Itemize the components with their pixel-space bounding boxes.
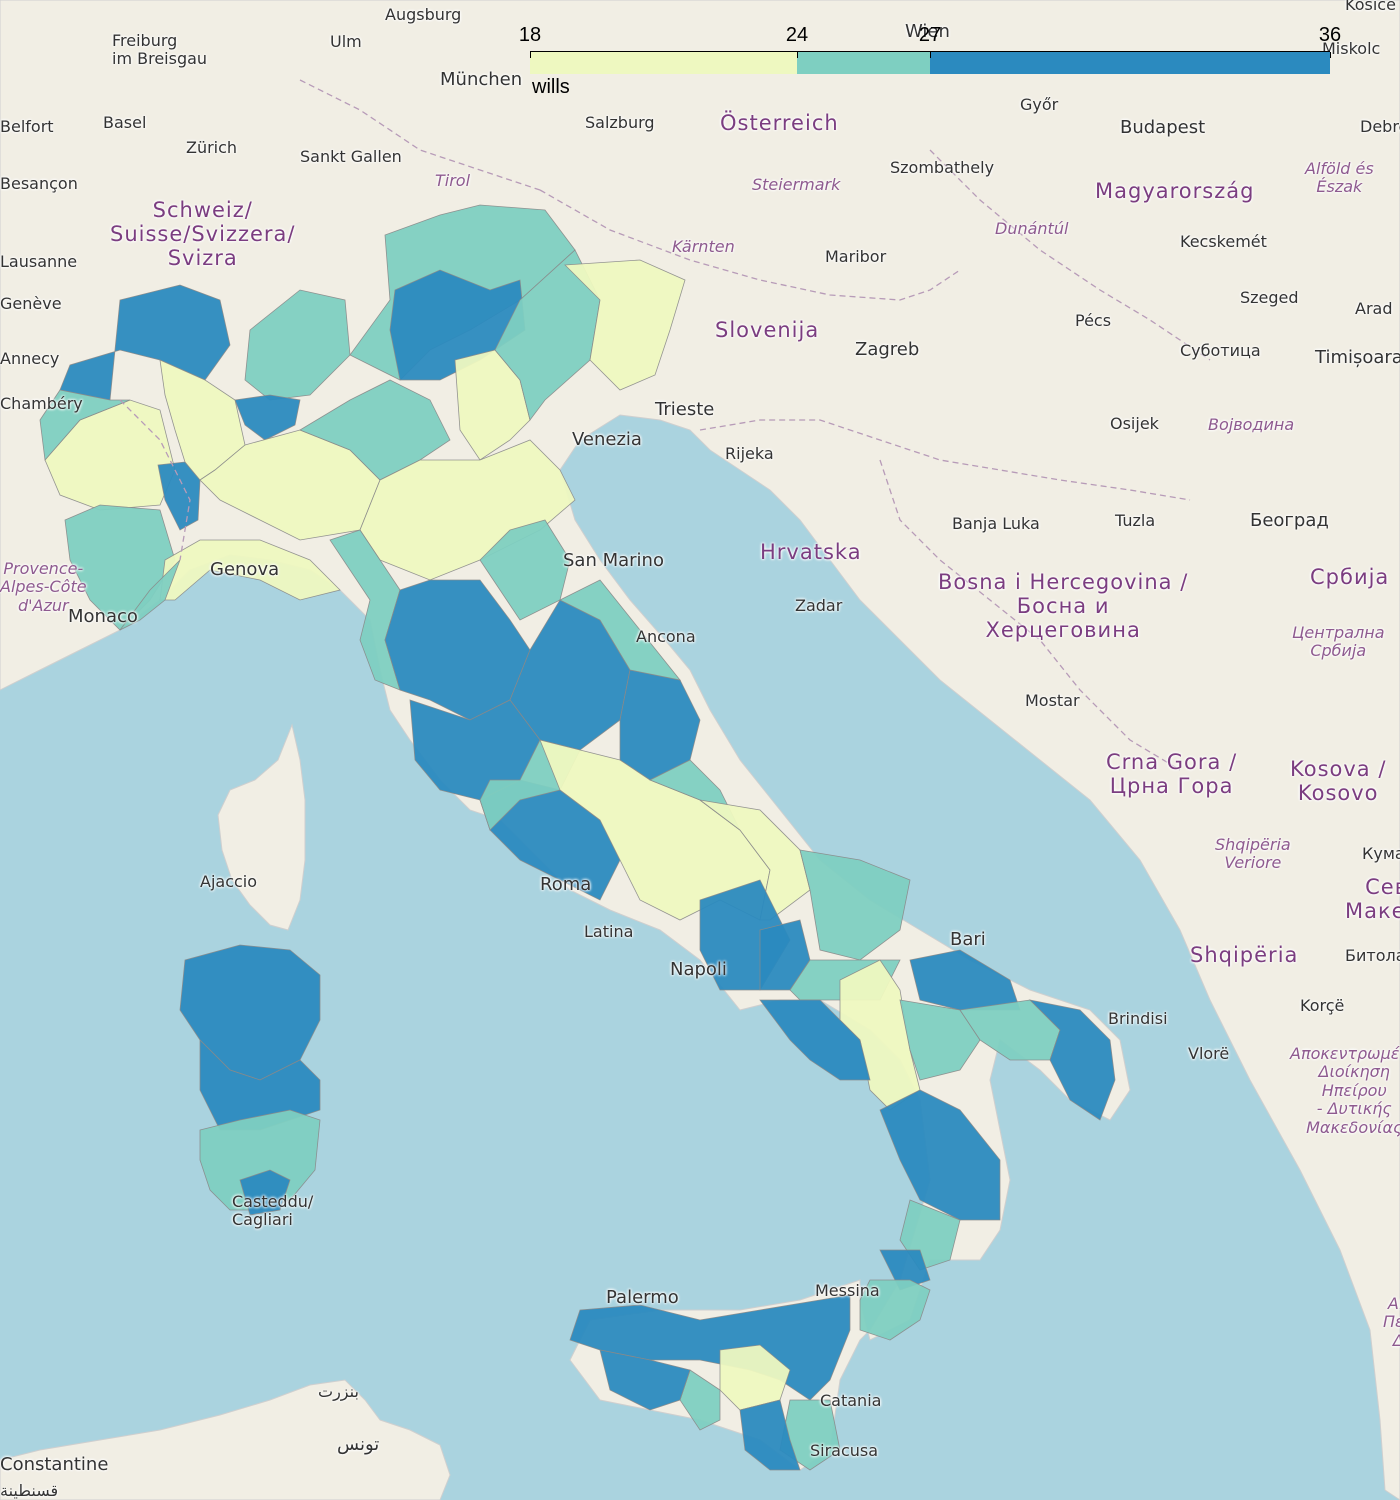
map-canvas[interactable]: Augsburg Freiburg im Breisgau Ulm München Wi… bbox=[0, 0, 1400, 1500]
legend-tick-label: 36 bbox=[1318, 24, 1342, 46]
color-legend: 18 24 27 36 wills bbox=[519, 24, 1345, 104]
legend-segment bbox=[530, 52, 797, 74]
legend-tick-mark bbox=[796, 52, 798, 58]
legend-caption: wills bbox=[532, 76, 570, 98]
legend-tick-mark bbox=[530, 52, 531, 58]
legend-tick-mark bbox=[930, 52, 931, 58]
legend-segment bbox=[930, 52, 1330, 74]
legend-tick-mark bbox=[1330, 52, 1331, 58]
basemap bbox=[0, 0, 1400, 1500]
legend-segment bbox=[796, 52, 930, 74]
legend-color-bar bbox=[530, 51, 1331, 74]
legend-tick-label: 24 bbox=[785, 24, 809, 46]
legend-tick-label: 27 bbox=[918, 24, 942, 46]
legend-tick-label: 18 bbox=[518, 24, 542, 46]
